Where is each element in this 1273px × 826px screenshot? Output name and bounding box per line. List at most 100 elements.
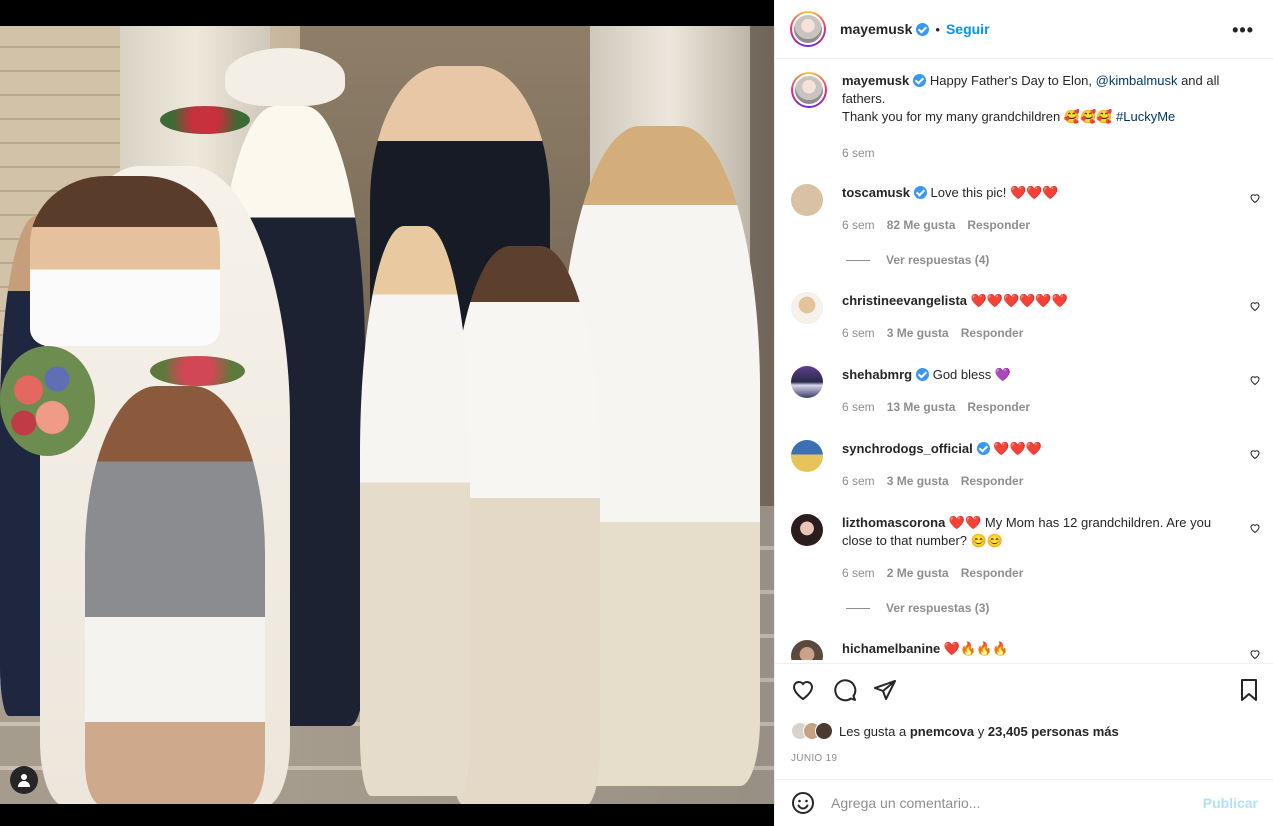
liker-avatar (815, 722, 833, 740)
verified-icon (913, 186, 927, 199)
view-replies-button[interactable]: Ver respuestas (4) (846, 253, 989, 267)
comment-time[interactable]: 6 sem (842, 326, 875, 340)
comment-item: lizthomascorona ❤️❤️ My Mom has 12 grand… (791, 514, 1261, 624)
comment-likes[interactable]: 3 Me gusta (887, 474, 949, 488)
avatar-image (793, 74, 825, 106)
comment-text: lizthomascorona ❤️❤️ My Mom has 12 grand… (842, 514, 1212, 550)
comment-time[interactable]: 6 sem (842, 566, 875, 580)
post-photo[interactable] (0, 26, 774, 804)
commenter-avatar[interactable] (791, 366, 823, 398)
flower-crown (160, 106, 250, 134)
comment-item: synchrodogs_official ❤️❤️❤️ 6 sem 3 Me gu… (791, 440, 1261, 500)
comment-icon[interactable] (833, 678, 857, 702)
comment-username[interactable]: shehabmrg (842, 367, 912, 382)
likers-avatars[interactable] (791, 722, 833, 740)
like-comment-heart-icon[interactable] (1249, 300, 1261, 312)
replies-line (846, 608, 870, 610)
avatar[interactable] (790, 11, 826, 47)
like-comment-heart-icon[interactable] (1249, 374, 1261, 386)
follow-button[interactable]: Seguir (946, 21, 990, 37)
comment-likes[interactable]: 13 Me gusta (887, 400, 956, 414)
save-bookmark-icon[interactable] (1237, 678, 1261, 702)
comments-list[interactable]: mayemusk Happy Father's Day to Elon, @ki… (775, 60, 1273, 660)
comment-content: ❤️❤️❤️ (993, 441, 1042, 456)
user-icon (18, 774, 30, 787)
view-replies-label: Ver respuestas (3) (886, 601, 990, 615)
comment-text: toscamusk Love this pic! ❤️❤️❤️ (842, 184, 1212, 202)
comment-likes[interactable]: 82 Me gusta (887, 218, 956, 232)
post-panel: mayemusk • Seguir ••• mayemusk Happy Fat… (774, 0, 1273, 826)
reply-button[interactable]: Responder (961, 326, 1024, 340)
share-icon[interactable] (873, 678, 897, 702)
caption-avatar[interactable] (791, 72, 827, 108)
comment-meta: 6 sem 82 Me gusta Responder (842, 218, 1042, 232)
caption-time[interactable]: 6 sem (842, 146, 875, 160)
commenter-avatar[interactable] (791, 514, 823, 546)
likes-count[interactable]: 23,405 personas más (988, 724, 1119, 739)
emoji-icon[interactable] (791, 791, 815, 815)
comment-time[interactable]: 6 sem (842, 218, 875, 232)
comment-meta: 6 sem 3 Me gusta Responder (842, 474, 1035, 488)
verified-icon (913, 74, 927, 87)
cowboy-hat (225, 48, 345, 106)
person-boy-center (450, 246, 600, 804)
comment-likes[interactable]: 2 Me gusta (887, 566, 949, 580)
like-comment-heart-icon[interactable] (1249, 648, 1261, 660)
verified-icon (976, 442, 990, 455)
comment-item: toscamusk Love this pic! ❤️❤️❤️ 6 sem 82 … (791, 184, 1261, 294)
verified-icon (916, 22, 930, 36)
tagged-users-icon[interactable] (10, 766, 38, 794)
commenter-avatar[interactable] (791, 292, 823, 324)
like-comment-heart-icon[interactable] (1249, 522, 1261, 534)
caption-username[interactable]: mayemusk (842, 73, 909, 88)
comment-username[interactable]: christineevangelista (842, 293, 967, 308)
comment-username[interactable]: synchrodogs_official (842, 441, 973, 456)
mention-link[interactable]: @kimbalmusk (1096, 73, 1178, 88)
reply-button[interactable]: Responder (961, 566, 1024, 580)
avatar-image (792, 13, 824, 45)
more-options-icon[interactable]: ••• (1232, 20, 1254, 41)
comment-username[interactable]: hichamelbanine (842, 641, 940, 656)
like-heart-icon[interactable] (791, 678, 815, 702)
comment-item: hichamelbanine ❤️🔥🔥🔥 (791, 640, 1261, 660)
author-username[interactable]: mayemusk (840, 21, 912, 37)
action-bar (791, 678, 1261, 704)
comment-text: christineevangelista ❤️❤️❤️❤️❤️❤️ (842, 292, 1212, 310)
caption-text: mayemusk Happy Father's Day to Elon, @ki… (842, 72, 1242, 126)
person-boy-left (360, 226, 470, 796)
comment-meta: 6 sem 13 Me gusta Responder (842, 400, 1042, 414)
post-media[interactable] (0, 0, 774, 826)
person-girl (85, 386, 265, 804)
comment-username[interactable]: lizthomascorona (842, 515, 945, 530)
reply-button[interactable]: Responder (967, 400, 1030, 414)
publish-button[interactable]: Publicar (1203, 795, 1258, 811)
reply-button[interactable]: Responder (967, 218, 1030, 232)
commenter-avatar[interactable] (791, 184, 823, 216)
view-replies-button[interactable]: Ver respuestas (3) (846, 601, 989, 615)
caption-text-part: Happy Father's Day to Elon, (929, 73, 1096, 88)
like-comment-heart-icon[interactable] (1249, 192, 1261, 204)
flower-crown-girl (150, 356, 245, 386)
comment-meta: 6 sem 3 Me gusta Responder (842, 326, 1035, 340)
likes-summary: Les gusta a pnemcova y 23,405 personas m… (791, 722, 1119, 740)
comment-content: Love this pic! ❤️❤️❤️ (930, 185, 1059, 200)
comment-likes[interactable]: 3 Me gusta (887, 326, 949, 340)
comment-username[interactable]: toscamusk (842, 185, 910, 200)
comment-time[interactable]: 6 sem (842, 400, 875, 414)
post-date[interactable]: JUNIO 19 (791, 753, 837, 764)
comment-text: synchrodogs_official ❤️❤️❤️ (842, 440, 1212, 458)
comment-input[interactable] (831, 795, 1203, 811)
commenter-avatar[interactable] (791, 640, 823, 660)
person-child-glasses (30, 176, 220, 346)
comment-time[interactable]: 6 sem (842, 474, 875, 488)
flower-bouquet (0, 346, 95, 456)
hashtag-link[interactable]: #LuckyMe (1116, 109, 1175, 124)
comment-text: shehabmrg God bless 💜 (842, 366, 1212, 384)
caption-text-part: Thank you for my many grandchildren 🥰🥰🥰 (842, 109, 1116, 124)
liker-username[interactable]: pnemcova (910, 724, 974, 739)
comment-item: shehabmrg God bless 💜 6 sem 13 Me gusta Re… (791, 366, 1261, 426)
like-comment-heart-icon[interactable] (1249, 448, 1261, 460)
reply-button[interactable]: Responder (961, 474, 1024, 488)
commenter-avatar[interactable] (791, 440, 823, 472)
verified-icon (916, 368, 930, 381)
